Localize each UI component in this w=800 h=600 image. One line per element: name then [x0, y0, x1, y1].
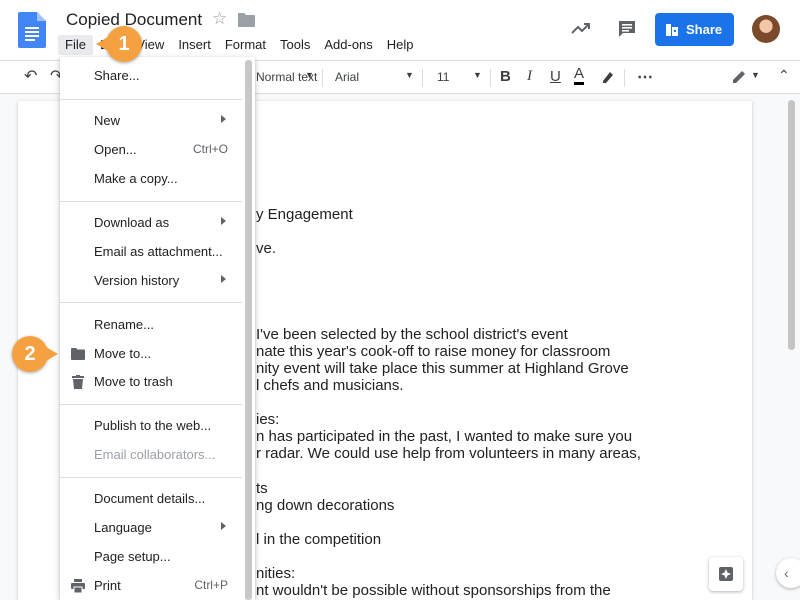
- share-button[interactable]: Share: [655, 13, 734, 46]
- toolbar-divider: [322, 69, 323, 87]
- menu-item-download-as[interactable]: Download as: [60, 211, 240, 235]
- editing-mode-dropdown-icon[interactable]: ▼: [751, 70, 760, 80]
- menu-item-move-to-trash[interactable]: Move to trash: [60, 370, 240, 394]
- document-text-line: nities:: [256, 565, 296, 582]
- underline-button[interactable]: U: [550, 68, 561, 85]
- menu-item-move-to[interactable]: Move to...: [60, 342, 240, 366]
- menu-item-email-attachment[interactable]: Email as attachment...: [60, 240, 240, 264]
- document-text-line: nity event will take place this summer a…: [256, 360, 629, 377]
- printer-icon: [71, 579, 85, 593]
- text-color-button[interactable]: A: [574, 66, 585, 85]
- toolbar-divider: [490, 69, 491, 87]
- document-text-line: I've been selected by the school distric…: [256, 326, 568, 343]
- comment-icon[interactable]: [616, 18, 638, 40]
- menu-tools[interactable]: Tools: [273, 35, 317, 55]
- step-callout-1: 1: [96, 26, 142, 62]
- menu-item-make-copy[interactable]: Make a copy...: [60, 167, 240, 191]
- menu-item-rename[interactable]: Rename...: [60, 313, 240, 337]
- menu-item-share[interactable]: Share...: [60, 64, 240, 88]
- document-text-line: ts: [256, 480, 268, 497]
- menu-item-page-setup[interactable]: Page setup...: [60, 545, 240, 569]
- size-dropdown-icon[interactable]: ▼: [473, 70, 482, 80]
- menu-item-new[interactable]: New: [60, 109, 240, 133]
- menu-item-version-history[interactable]: Version history: [60, 269, 240, 293]
- shortcut-label: Ctrl+P: [194, 578, 228, 592]
- menu-insert[interactable]: Insert: [171, 35, 218, 55]
- side-panel-toggle-icon[interactable]: ‹: [776, 558, 800, 588]
- more-options-icon[interactable]: ⋯: [637, 67, 653, 87]
- submenu-arrow-icon: [221, 522, 226, 530]
- star-icon[interactable]: ☆: [212, 9, 227, 29]
- share-label: Share: [686, 22, 723, 37]
- menu-addons[interactable]: Add-ons: [317, 35, 379, 55]
- undo-icon[interactable]: ↶: [24, 66, 37, 86]
- bold-button[interactable]: B: [500, 68, 511, 85]
- document-text-line: nate this year's cook-off to raise money…: [256, 343, 611, 360]
- document-text-line: y Engagement: [256, 206, 353, 223]
- document-text-line: ve.: [256, 240, 277, 257]
- toolbar-divider: [624, 69, 625, 87]
- document-text-line: ng down decorations: [256, 497, 395, 514]
- document-text-line: n has participated in the past, I wanted…: [256, 428, 633, 445]
- toolbar-divider: [422, 69, 423, 87]
- menu-scrollbar[interactable]: [245, 60, 252, 600]
- font-dropdown-icon[interactable]: ▼: [405, 70, 414, 80]
- file-menu-dropdown: Share... New Open... Ctrl+O Make a copy.…: [60, 57, 255, 600]
- submenu-arrow-icon: [221, 115, 226, 123]
- document-text-line: r radar. We could use help from voluntee…: [256, 445, 641, 462]
- folder-icon: [71, 348, 85, 360]
- menu-item-email-collaborators: Email collaborators...: [94, 447, 216, 462]
- docs-logo-icon[interactable]: [18, 12, 46, 48]
- collapse-toolbar-icon[interactable]: ⌃: [778, 67, 790, 84]
- menu-divider: [60, 404, 242, 405]
- document-text-line: ies:: [256, 411, 280, 428]
- shortcut-label: Ctrl+O: [192, 142, 228, 156]
- submenu-arrow-icon: [221, 217, 226, 225]
- menu-item-language[interactable]: Language: [60, 516, 240, 540]
- folder-icon[interactable]: [238, 13, 255, 27]
- submenu-arrow-icon: [221, 275, 226, 283]
- menu-divider: [60, 99, 242, 100]
- menu-divider: [60, 201, 242, 202]
- explore-button[interactable]: [709, 557, 743, 591]
- font-select[interactable]: Arial: [335, 70, 359, 84]
- document-text-line: l chefs and musicians.: [256, 377, 404, 394]
- font-size-select[interactable]: 11: [437, 70, 449, 84]
- share-people-icon: [666, 23, 678, 36]
- document-title[interactable]: Copied Document: [66, 10, 202, 30]
- explore-sparkle-icon: [719, 567, 733, 581]
- editing-mode-pencil-icon[interactable]: [731, 69, 747, 85]
- menu-help[interactable]: Help: [380, 35, 421, 55]
- style-dropdown-icon[interactable]: ▼: [305, 70, 314, 80]
- trash-icon: [72, 375, 84, 389]
- user-avatar[interactable]: [752, 15, 780, 43]
- document-scrollbar[interactable]: [788, 100, 795, 350]
- step-callout-2: 2: [12, 336, 58, 372]
- activity-trend-icon[interactable]: [570, 18, 592, 40]
- menu-item-open[interactable]: Open... Ctrl+O: [60, 138, 240, 162]
- menu-file[interactable]: File: [58, 35, 93, 55]
- italic-button[interactable]: I: [527, 68, 532, 85]
- document-text-line: l in the competition: [256, 531, 382, 548]
- document-text-line: nt wouldn't be possible without sponsors…: [256, 582, 611, 599]
- menu-item-publish[interactable]: Publish to the web...: [60, 414, 240, 438]
- menu-divider: [60, 302, 242, 303]
- menu-item-document-details[interactable]: Document details...: [60, 487, 240, 511]
- menu-item-print[interactable]: Print Ctrl+P: [60, 574, 240, 598]
- highlight-pen-icon[interactable]: [600, 69, 616, 85]
- menu-divider: [60, 477, 242, 478]
- menu-format[interactable]: Format: [218, 35, 273, 55]
